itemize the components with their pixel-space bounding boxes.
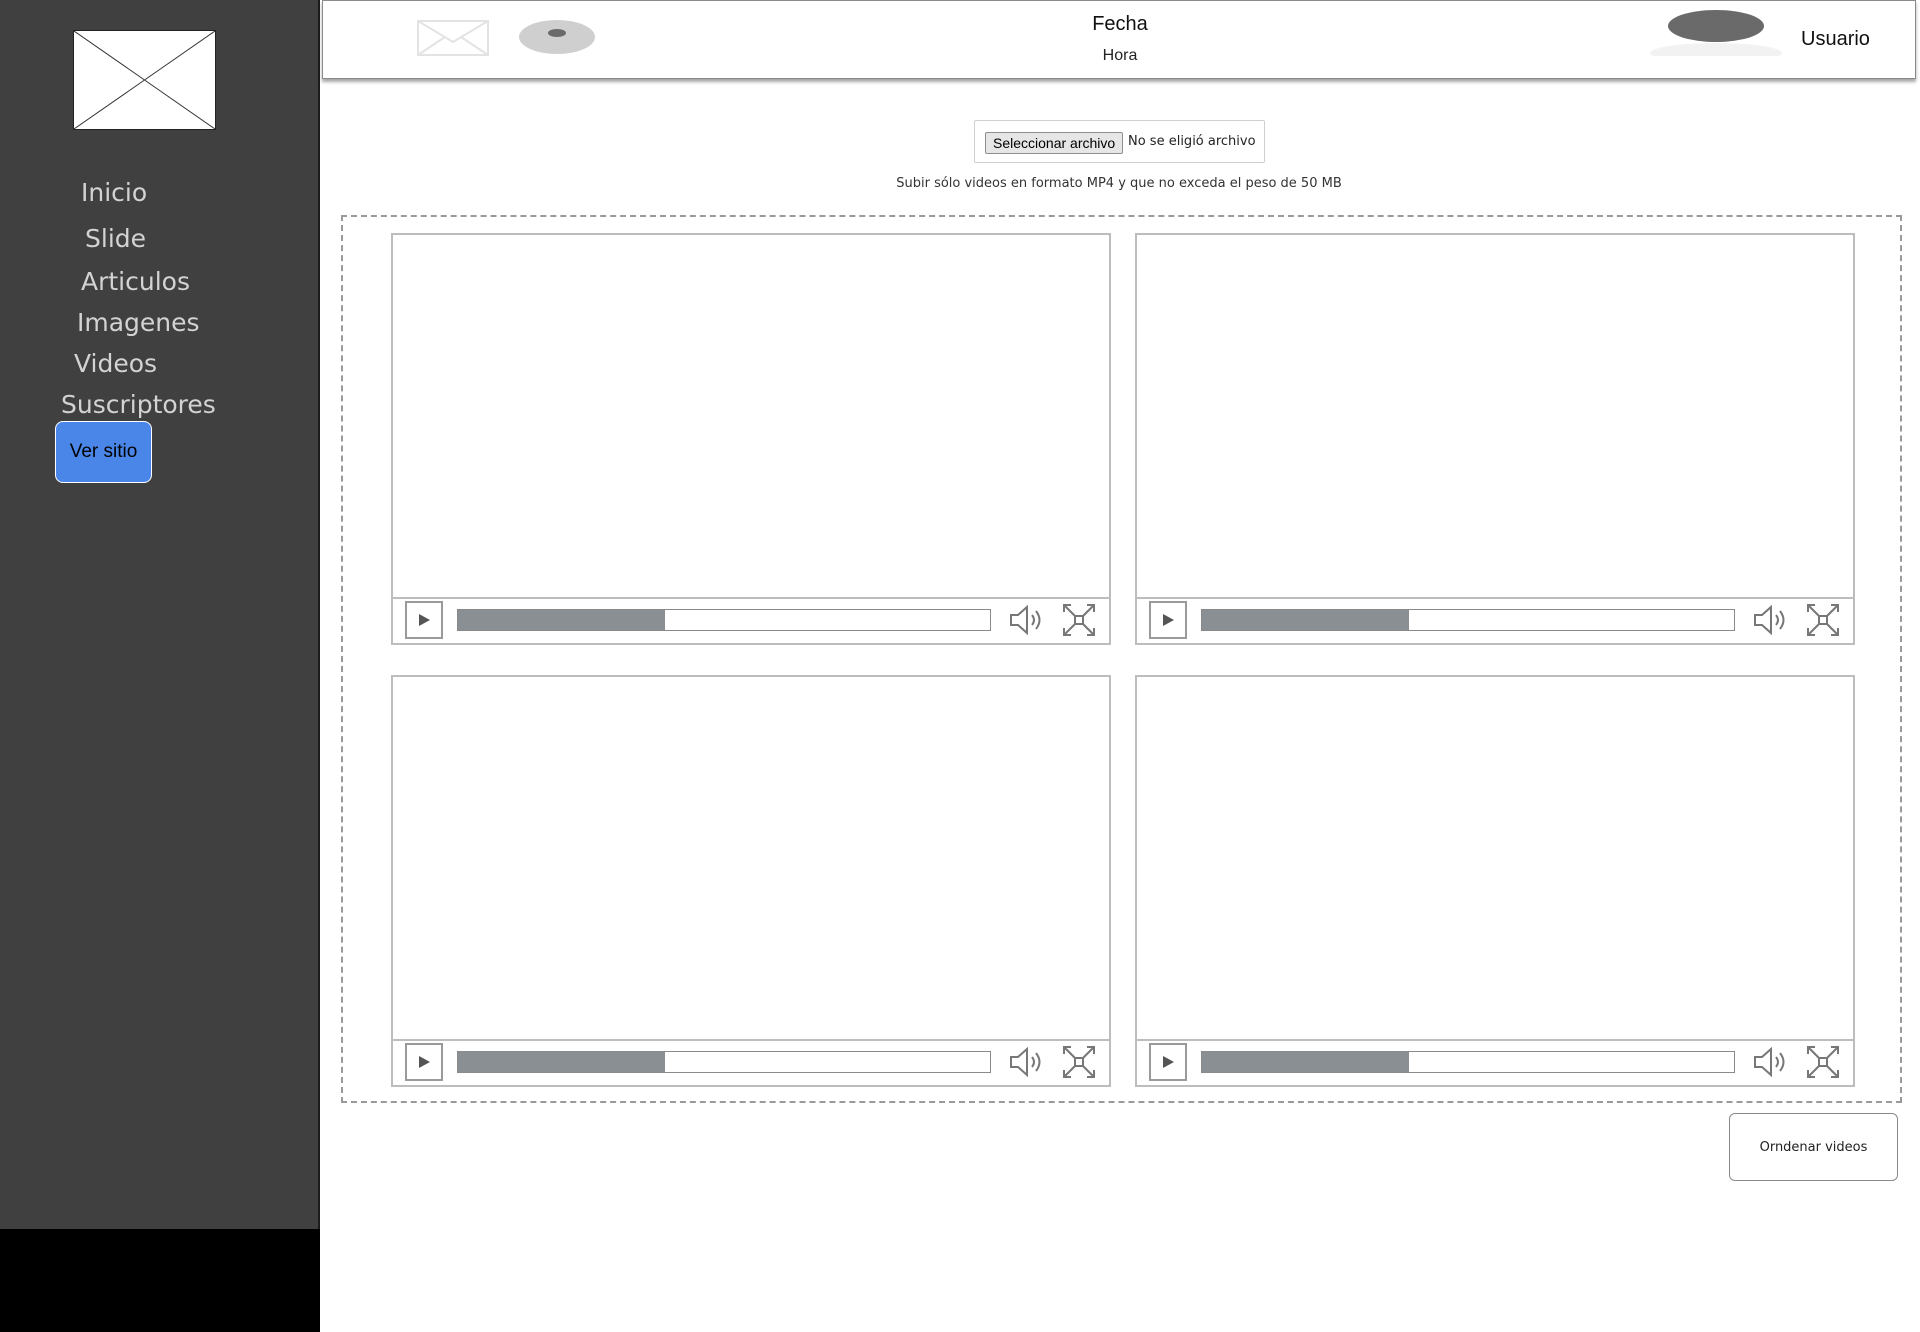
sidebar-item-inicio[interactable]: Inicio (81, 178, 147, 207)
sidebar-divider (318, 0, 320, 1229)
sidebar-item-imagenes[interactable]: Imagenes (77, 308, 200, 337)
order-videos-button[interactable]: Orndenar videos (1729, 1113, 1898, 1181)
video-player[interactable] (1135, 675, 1855, 1087)
fullscreen-icon[interactable] (1060, 1043, 1098, 1081)
sidebar-item-slide[interactable]: Slide (85, 224, 146, 253)
video-grid (341, 215, 1902, 1103)
play-icon[interactable] (1149, 601, 1187, 639)
play-icon[interactable] (405, 1043, 443, 1081)
logo-placeholder-icon (73, 30, 216, 130)
play-icon[interactable] (405, 601, 443, 639)
volume-icon[interactable] (1751, 601, 1791, 639)
fullscreen-icon[interactable] (1804, 1043, 1842, 1081)
progress-fill (458, 1052, 666, 1072)
sidebar-footer (0, 1229, 320, 1332)
file-upload-input[interactable]: Seleccionar archivo No se eligió archivo (974, 120, 1265, 163)
sidebar-item-suscriptores[interactable]: Suscriptores (61, 390, 216, 419)
video-controls (393, 1039, 1109, 1085)
video-player[interactable] (1135, 233, 1855, 645)
video-player[interactable] (391, 675, 1111, 1087)
video-controls (1137, 597, 1853, 643)
progress-bar[interactable] (457, 609, 991, 631)
progress-fill (1202, 610, 1410, 630)
progress-bar[interactable] (457, 1051, 991, 1073)
file-status-text: No se eligió archivo (1128, 134, 1256, 149)
video-player[interactable] (391, 233, 1111, 645)
user-menu[interactable]: Usuario (1801, 28, 1870, 51)
progress-fill (458, 610, 666, 630)
top-header: Fecha Hora Usuario (322, 0, 1916, 79)
progress-bar[interactable] (1201, 1051, 1735, 1073)
upload-hint: Subir sólo videos en formato MP4 y que n… (896, 176, 1342, 191)
volume-icon[interactable] (1007, 601, 1047, 639)
sidebar-item-videos[interactable]: Videos (74, 349, 157, 378)
fullscreen-icon[interactable] (1060, 601, 1098, 639)
sidebar-item-articulos[interactable]: Articulos (81, 267, 190, 296)
fullscreen-icon[interactable] (1804, 601, 1842, 639)
video-controls (1137, 1039, 1853, 1085)
volume-icon[interactable] (1751, 1043, 1791, 1081)
video-controls (393, 597, 1109, 643)
play-icon[interactable] (1149, 1043, 1187, 1081)
avatar-icon[interactable] (1648, 8, 1785, 63)
sidebar: Inicio Slide Articulos Imagenes Videos S… (0, 0, 318, 1229)
progress-bar[interactable] (1201, 609, 1735, 631)
progress-fill (1202, 1052, 1410, 1072)
view-site-button[interactable]: Ver sitio (55, 421, 152, 483)
select-file-button[interactable]: Seleccionar archivo (985, 132, 1124, 154)
volume-icon[interactable] (1007, 1043, 1047, 1081)
